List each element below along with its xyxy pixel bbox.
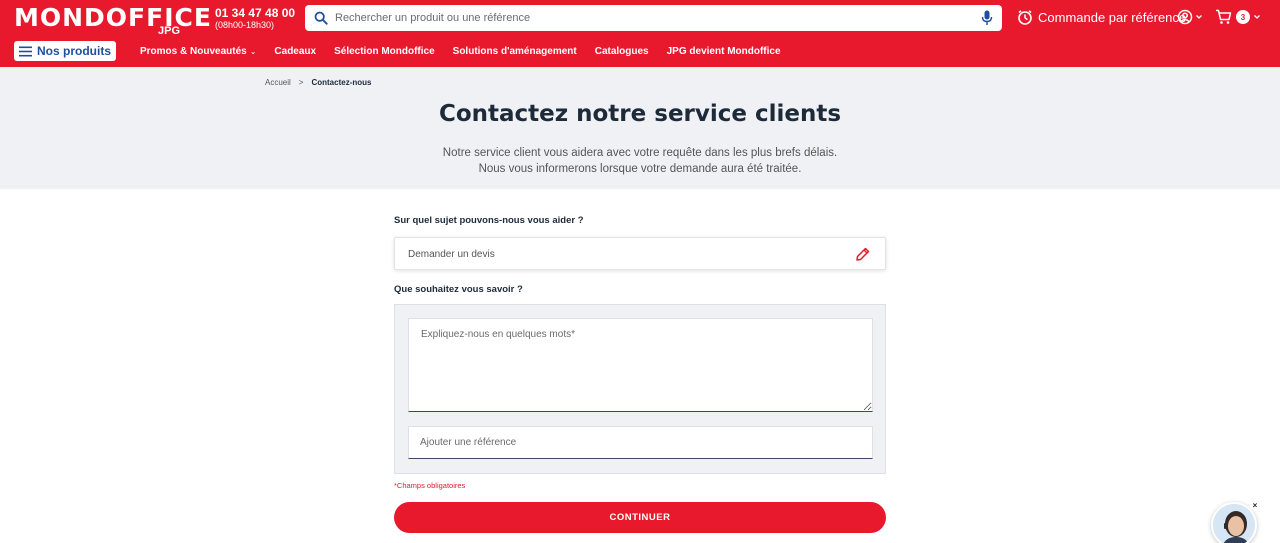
- cart-button[interactable]: 3: [1215, 9, 1261, 25]
- products-menu-button[interactable]: Nos produits: [14, 41, 116, 61]
- nav-link-label: Promos & Nouveautés: [140, 45, 247, 57]
- message-panel: [394, 304, 886, 474]
- cart-icon: [1216, 9, 1232, 24]
- microphone-icon[interactable]: [981, 10, 993, 26]
- nav-links: Promos & Nouveautés ⌄ Cadeaux Sélection M…: [140, 41, 799, 61]
- hamburger-menu-icon: [19, 46, 32, 56]
- nav-link-catalogs[interactable]: Catalogues: [595, 46, 649, 57]
- subject-selected-value: Demander un devis: [408, 249, 495, 260]
- phone-number: 01 34 47 48 00: [215, 6, 296, 20]
- search-input[interactable]: [335, 5, 965, 31]
- message-textarea[interactable]: [408, 318, 873, 412]
- page-subtitle-line: Notre service client vous aidera avec vo…: [442, 147, 838, 159]
- breadcrumb-current: Contactez-nous: [311, 78, 372, 87]
- page-subtitle: Notre service client vous aidera avec vo…: [0, 145, 1280, 177]
- support-agent-avatar: [1213, 504, 1255, 543]
- logo-wordmark: MONDOFFICE: [14, 3, 212, 32]
- account-menu-button[interactable]: [1177, 9, 1203, 25]
- chevron-down-icon: [1254, 15, 1260, 19]
- products-menu-label: Nos produits: [37, 44, 111, 58]
- nav-link-gifts[interactable]: Cadeaux: [274, 46, 316, 57]
- phone-hours: (08h00-18h30): [215, 20, 275, 30]
- subject-select[interactable]: Demander un devis: [394, 237, 886, 270]
- site-logo[interactable]: MONDOFFICE JPG: [14, 4, 211, 38]
- question-label: Que souhaitez vous savoir ?: [394, 284, 523, 295]
- nav-link-solutions[interactable]: Solutions d'aménagement: [453, 46, 577, 57]
- cart-count-badge: 3: [1236, 10, 1250, 24]
- user-circle-icon: [1177, 9, 1193, 25]
- main-navigation: Nos produits Promos & Nouveautés ⌄ Cadeau…: [0, 41, 1280, 61]
- subject-label: Sur quel sujet pouvons-nous vous aider ?: [394, 215, 584, 226]
- continue-button[interactable]: CONTINUER: [394, 502, 886, 533]
- page-title: Contactez notre service clients: [438, 101, 842, 127]
- chevron-down-icon: ⌄: [249, 46, 257, 56]
- search-icon[interactable]: [314, 11, 328, 25]
- order-by-reference-link[interactable]: Commande par référence: [1017, 9, 1186, 25]
- nav-link-selection[interactable]: Sélection Mondoffice: [334, 46, 435, 57]
- nav-link-promos[interactable]: Promos & Nouveautés ⌄: [140, 46, 256, 57]
- nav-link-jpg-mondoffice[interactable]: JPG devient Mondoffice: [667, 46, 781, 57]
- breadcrumb: Accueil > Contactez-nous: [265, 78, 371, 87]
- close-icon[interactable]: ×: [1250, 501, 1260, 511]
- clock-icon: [1018, 10, 1032, 25]
- breadcrumb-home-link[interactable]: Accueil: [265, 78, 291, 87]
- order-by-reference-label: Commande par référence: [1038, 9, 1187, 25]
- logo-sub-wordmark: JPG: [157, 25, 180, 37]
- page-subtitle-line: Nous vous informerons lorsque votre dema…: [478, 163, 802, 175]
- contact-hero: Accueil > Contactez-nous Contactez notre…: [0, 67, 1280, 189]
- required-fields-note: *Champs obligatoires: [394, 481, 466, 490]
- search-bar: [305, 5, 1002, 31]
- breadcrumb-separator: >: [298, 78, 304, 87]
- site-header: MONDOFFICE JPG 01 34 47 48 00 (08h00-18h…: [0, 0, 1280, 67]
- reference-input[interactable]: [408, 426, 873, 459]
- chevron-down-icon: [1196, 15, 1202, 19]
- edit-pencil-icon[interactable]: [855, 246, 871, 262]
- phone-contact[interactable]: 01 34 47 48 00 (08h00-18h30): [215, 6, 295, 31]
